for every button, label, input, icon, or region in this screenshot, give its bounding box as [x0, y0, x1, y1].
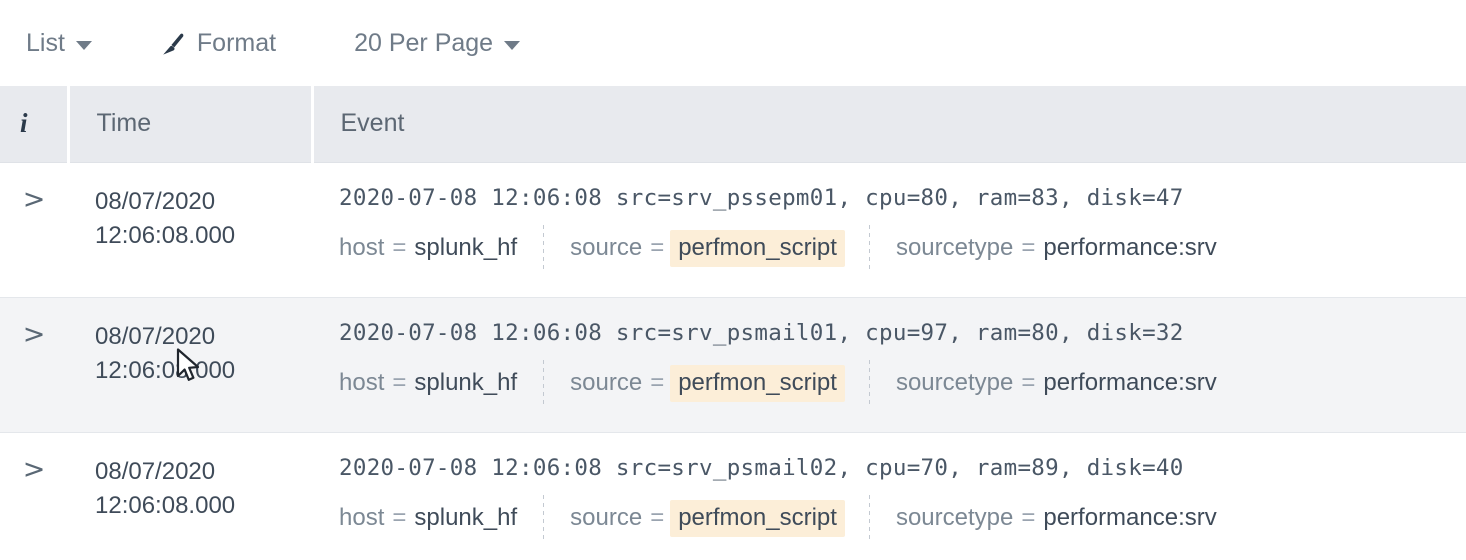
chevron-down-icon: [504, 40, 521, 50]
field-sourcetype[interactable]: sourcetype = performance:srv: [896, 369, 1217, 397]
field-equals: =: [1021, 233, 1036, 261]
event-clock: 12:06:08.000: [95, 221, 236, 249]
field-divider: [543, 359, 545, 406]
chevron-right-icon[interactable]: >: [23, 456, 46, 483]
field-equals: =: [392, 503, 407, 531]
event-clock: 12:06:08.000: [95, 356, 236, 384]
field-value[interactable]: performance:srv: [1043, 369, 1216, 397]
row-event-cell: 2020-07-08 12:06:08 src=srv_psmail02, cp…: [312, 432, 1466, 560]
row-expand-cell[interactable]: >: [0, 162, 68, 298]
event-date: 08/07/2020: [95, 457, 216, 485]
field-sourcetype[interactable]: sourcetype = performance:srv: [896, 504, 1217, 532]
chevron-down-icon: [75, 40, 92, 50]
event-raw-text[interactable]: 2020-07-08 12:06:08 src=srv_psmail01, cp…: [339, 320, 1450, 346]
field-source[interactable]: source = perfmon_script: [570, 499, 845, 537]
field-value[interactable]: splunk_hf: [414, 369, 517, 397]
field-key: source: [570, 503, 643, 531]
event-raw-text[interactable]: 2020-07-08 12:06:08 src=srv_psmail02, cp…: [339, 455, 1450, 481]
event-date: 08/07/2020: [95, 322, 216, 350]
field-source[interactable]: source = perfmon_script: [570, 364, 845, 402]
table-row[interactable]: > 08/07/2020 12:06:08.000 2020-07-08 12:…: [0, 432, 1466, 560]
event-list-panel: List Format 20 Per Page i Time Event > 0…: [0, 0, 1466, 560]
table-header-row: i Time Event: [0, 86, 1466, 163]
event-date: 08/07/2020: [95, 187, 216, 215]
field-equals: =: [392, 233, 407, 261]
event-field-list: host = splunk_hf source = perfmon_script: [339, 224, 1450, 271]
table-row[interactable]: > 08/07/2020 12:06:08.000 2020-07-08 12:…: [0, 297, 1466, 433]
field-key: host: [339, 503, 385, 531]
row-time-cell: 08/07/2020 12:06:08.000: [68, 432, 312, 560]
row-expand-cell[interactable]: >: [0, 432, 68, 560]
field-divider: [868, 224, 870, 271]
field-equals: =: [650, 233, 665, 261]
row-time-cell: 08/07/2020 12:06:08.000: [68, 297, 312, 433]
field-host[interactable]: host = splunk_hf: [339, 504, 517, 532]
field-value-highlighted[interactable]: perfmon_script: [670, 499, 845, 537]
field-key: source: [570, 368, 643, 396]
format-button[interactable]: Format: [160, 29, 276, 58]
field-key: sourcetype: [895, 368, 1014, 396]
row-event-cell: 2020-07-08 12:06:08 src=srv_psmail01, cp…: [312, 297, 1466, 433]
field-source[interactable]: source = perfmon_script: [570, 229, 845, 267]
field-divider: [868, 494, 870, 541]
events-table-body: > 08/07/2020 12:06:08.000 2020-07-08 12:…: [0, 162, 1466, 560]
field-divider: [543, 224, 545, 271]
field-equals: =: [650, 503, 665, 531]
row-time-cell: 08/07/2020 12:06:08.000: [68, 162, 312, 298]
column-header-info[interactable]: i: [0, 86, 70, 163]
chevron-right-icon[interactable]: >: [23, 321, 46, 348]
column-header-time[interactable]: Time: [68, 86, 314, 163]
event-clock: 12:06:08.000: [95, 491, 236, 519]
field-host[interactable]: host = splunk_hf: [339, 234, 517, 262]
row-event-cell: 2020-07-08 12:06:08 src=srv_pssepm01, cp…: [312, 162, 1466, 298]
paintbrush-icon: [160, 31, 186, 57]
field-equals: =: [392, 368, 407, 396]
chevron-right-icon[interactable]: >: [23, 186, 46, 213]
event-raw-text[interactable]: 2020-07-08 12:06:08 src=srv_pssepm01, cp…: [339, 185, 1450, 211]
field-key: source: [570, 233, 643, 261]
field-key: sourcetype: [895, 233, 1014, 261]
field-sourcetype[interactable]: sourcetype = performance:srv: [896, 234, 1217, 262]
info-icon: i: [20, 108, 28, 139]
view-mode-dropdown[interactable]: List: [26, 29, 92, 58]
field-value-highlighted[interactable]: perfmon_script: [670, 229, 845, 267]
field-value-highlighted[interactable]: perfmon_script: [670, 364, 845, 402]
field-equals: =: [1021, 368, 1036, 396]
field-host[interactable]: host = splunk_hf: [339, 369, 517, 397]
per-page-dropdown[interactable]: 20 Per Page: [354, 28, 521, 58]
field-key: host: [339, 233, 385, 261]
results-toolbar: List Format 20 Per Page: [0, 0, 1466, 86]
field-divider: [543, 494, 545, 541]
event-field-list: host = splunk_hf source = perfmon_script: [339, 359, 1450, 406]
field-divider: [868, 359, 870, 406]
column-header-event[interactable]: Event: [312, 86, 1466, 163]
view-mode-label: List: [26, 28, 65, 57]
field-value[interactable]: performance:srv: [1043, 504, 1216, 532]
field-value[interactable]: splunk_hf: [414, 234, 517, 262]
field-equals: =: [650, 368, 665, 396]
events-table-header: i Time Event: [0, 86, 1466, 163]
field-key: host: [339, 368, 385, 396]
format-label: Format: [196, 28, 277, 57]
field-value[interactable]: splunk_hf: [414, 504, 517, 532]
field-key: sourcetype: [895, 503, 1014, 531]
events-table: i Time Event > 08/07/2020 12:06:08.000 2…: [0, 86, 1466, 560]
event-field-list: host = splunk_hf source = perfmon_script: [339, 494, 1450, 541]
per-page-label: 20 Per Page: [354, 28, 494, 57]
row-expand-cell[interactable]: >: [0, 297, 68, 433]
field-equals: =: [1021, 503, 1036, 531]
table-row[interactable]: > 08/07/2020 12:06:08.000 2020-07-08 12:…: [0, 162, 1466, 298]
field-value[interactable]: performance:srv: [1043, 234, 1216, 262]
